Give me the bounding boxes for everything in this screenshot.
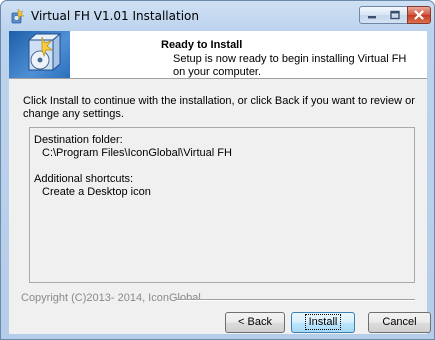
memo-spacer	[34, 160, 410, 173]
wizard-footer: Copyright (C)2013- 2014, IconGlobal < Ba…	[9, 292, 431, 334]
setup-banner-image	[9, 31, 70, 78]
title-bar[interactable]: Virtual FH V1.01 Installation	[1, 1, 434, 31]
wizard-header: Ready to Install Setup is now ready to b…	[9, 31, 427, 79]
cancel-button[interactable]: Cancel	[368, 312, 431, 333]
window-title: Virtual FH V1.01 Installation	[31, 9, 199, 23]
destination-label: Destination folder:	[34, 134, 123, 146]
minimize-button[interactable]	[359, 6, 384, 24]
shortcuts-value: Create a Desktop icon	[42, 186, 151, 198]
close-icon	[414, 10, 424, 20]
install-button[interactable]: Install	[291, 312, 355, 333]
footer-divider	[177, 299, 415, 301]
installer-box-icon	[27, 32, 62, 72]
destination-path: C:\Program Files\IconGlobal\Virtual FH	[42, 147, 232, 159]
maximize-icon	[390, 10, 400, 20]
minimize-icon	[367, 16, 376, 19]
shortcuts-label: Additional shortcuts:	[34, 173, 134, 185]
installer-app-icon	[11, 8, 25, 24]
page-title: Ready to Install	[161, 39, 243, 51]
maximize-button[interactable]	[383, 6, 408, 24]
ready-memo-box[interactable]: Destination folder: C:\Program Files\Ico…	[29, 127, 415, 283]
page-description: Setup is now ready to begin installing V…	[173, 53, 407, 78]
instruction-text: Click Install to continue with the insta…	[23, 95, 415, 120]
wizard-content: Click Install to continue with the insta…	[9, 79, 427, 292]
install-button-label: Install	[304, 314, 342, 330]
back-button[interactable]: < Back	[225, 312, 285, 333]
copyright-text: Copyright (C)2013- 2014, IconGlobal	[21, 292, 201, 304]
installer-window: Virtual FH V1.01 Installation Ready to I…	[0, 0, 435, 340]
close-button[interactable]	[407, 6, 431, 24]
